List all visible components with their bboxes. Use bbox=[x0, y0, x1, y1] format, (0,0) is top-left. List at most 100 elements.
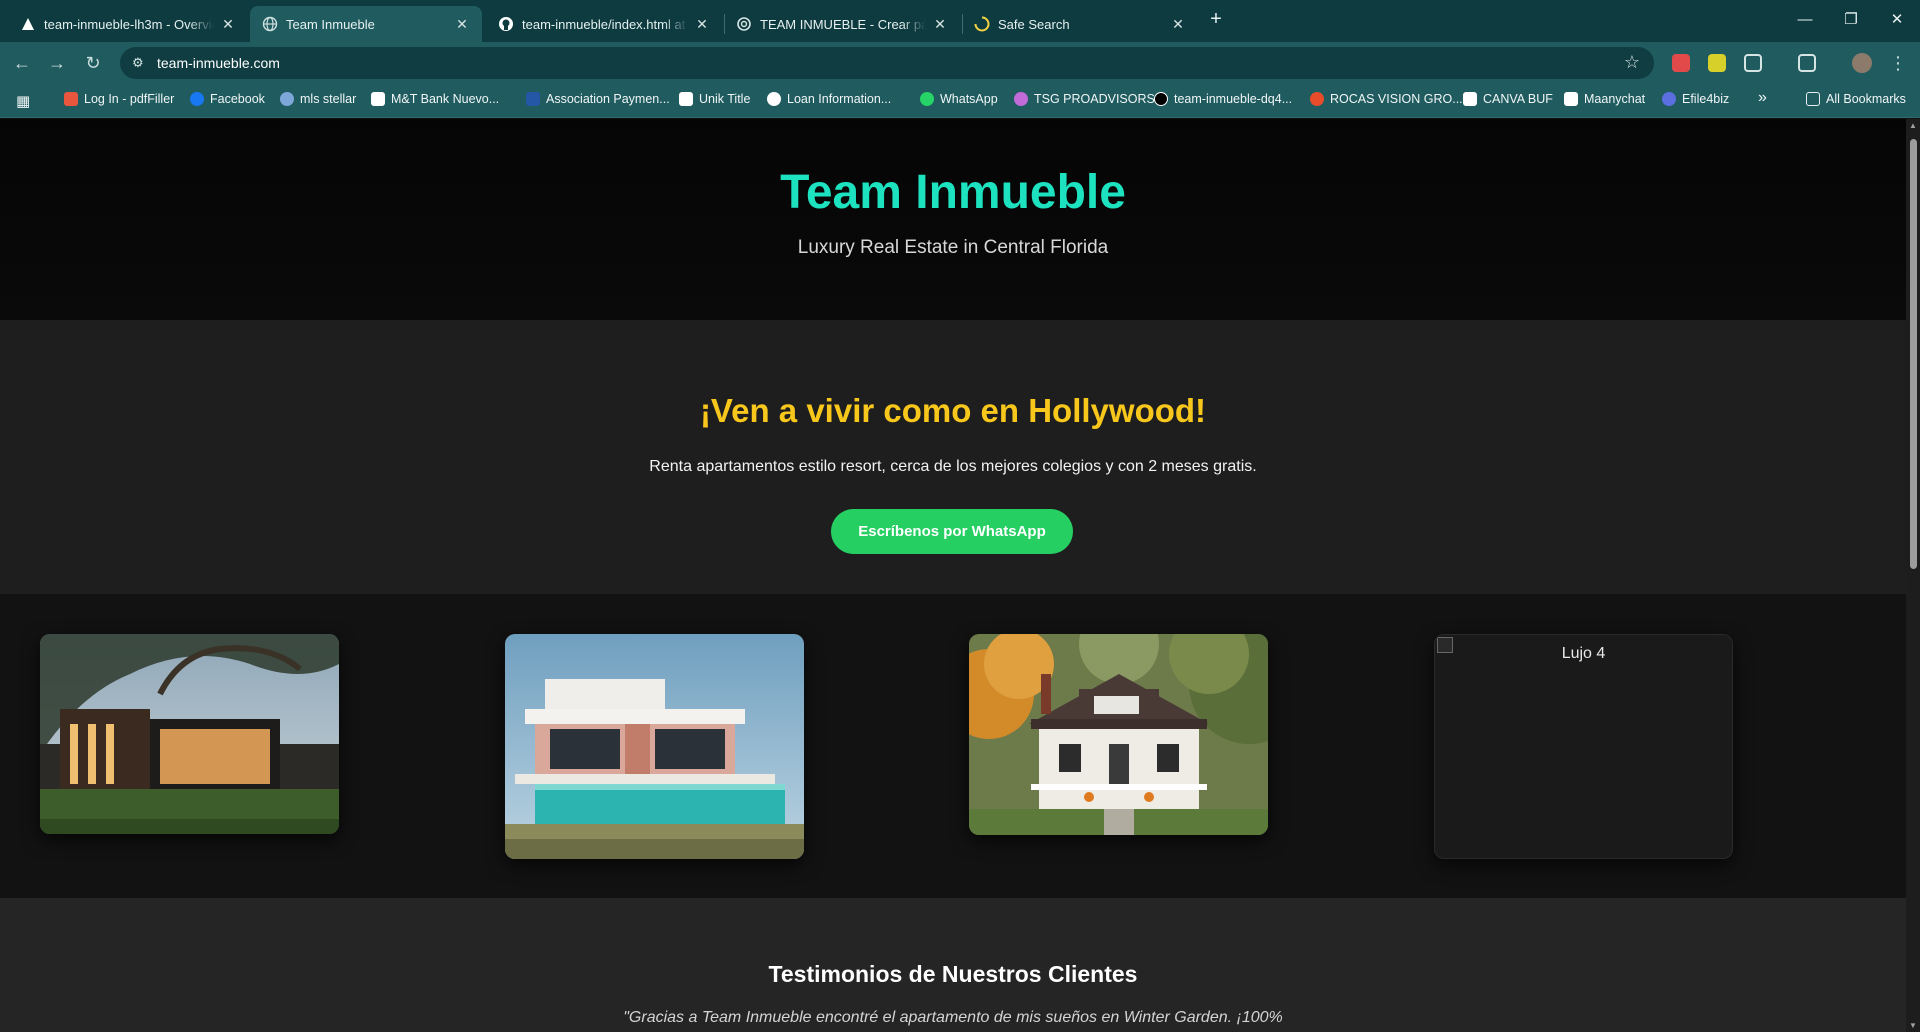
bookmark-maanychat[interactable]: Maanychat bbox=[1564, 92, 1645, 106]
tab-title: Safe Search bbox=[998, 16, 1070, 32]
bookmark-star-icon[interactable]: ☆ bbox=[1624, 52, 1640, 73]
all-bookmarks-button[interactable]: All Bookmarks bbox=[1806, 92, 1906, 106]
minimize-icon[interactable]: — bbox=[1782, 0, 1828, 40]
bookmark-label: Unik Title bbox=[699, 92, 751, 106]
browser-toolbar: ← → ↻ ⚙ team-inmueble.com ☆ ⋮ bbox=[0, 42, 1920, 84]
property-gallery: Lujo 4 bbox=[0, 594, 1906, 898]
bookmark-whatsapp[interactable]: WhatsApp bbox=[920, 92, 998, 106]
whatsapp-icon bbox=[920, 92, 934, 106]
bookmark-facebook[interactable]: Facebook bbox=[190, 92, 265, 106]
mt-bank-icon bbox=[371, 92, 385, 106]
pocket-extension-icon[interactable] bbox=[1672, 54, 1690, 72]
close-tab-icon[interactable]: ✕ bbox=[694, 16, 710, 33]
efile4biz-icon bbox=[1662, 92, 1676, 106]
reload-icon[interactable]: ↻ bbox=[81, 51, 105, 75]
puzzle-extensions-icon[interactable] bbox=[1744, 54, 1762, 72]
bookmark-label: WhatsApp bbox=[940, 92, 998, 106]
pdffiller-icon bbox=[64, 92, 78, 106]
association-icon bbox=[526, 92, 540, 106]
profile-avatar[interactable] bbox=[1852, 53, 1872, 73]
bookmark-unik-title[interactable]: Unik Title bbox=[679, 92, 750, 106]
facebook-icon bbox=[190, 92, 204, 106]
whatsapp-contact-button[interactable]: Escríbenos por WhatsApp bbox=[831, 509, 1073, 554]
bookmark-label: Maanychat bbox=[1584, 92, 1646, 106]
gallery-image-modern-house[interactable] bbox=[40, 634, 339, 834]
tab-chatgpt[interactable]: TEAM INMUEBLE - Crear página ✕ bbox=[724, 6, 960, 42]
site-title: Team Inmueble bbox=[780, 166, 1126, 219]
bookmark-label: team-inmueble-dq4... bbox=[1174, 92, 1293, 106]
bookmark-team-inmueble-vercel[interactable]: team-inmueble-dq4... bbox=[1154, 92, 1292, 106]
bookmark-tsg-proadvisors[interactable]: TSG PROADVISORS bbox=[1014, 92, 1155, 106]
bookmark-label: Association Paymen... bbox=[546, 92, 670, 106]
vercel-icon bbox=[1154, 92, 1168, 106]
tab-title: team-inmueble/index.html at m bbox=[522, 16, 688, 32]
restore-icon[interactable]: ❐ bbox=[1828, 0, 1874, 40]
forward-icon[interactable]: → bbox=[45, 51, 69, 75]
bookmark-label: Facebook bbox=[210, 92, 265, 106]
rocas-vision-icon bbox=[1310, 92, 1324, 106]
tsg-icon bbox=[1014, 92, 1028, 106]
testimonials-section: Testimonios de Nuestros Clientes "Gracia… bbox=[0, 898, 1906, 1032]
close-tab-icon[interactable]: ✕ bbox=[220, 16, 236, 33]
bookmark-label: Loan Information... bbox=[787, 92, 892, 106]
site-info-icon[interactable]: ⚙ bbox=[132, 55, 148, 71]
close-window-icon[interactable]: ✕ bbox=[1874, 0, 1920, 40]
broken-image-alt-text: Lujo 4 bbox=[1561, 645, 1606, 662]
scroll-up-icon[interactable]: ▲ bbox=[1908, 121, 1918, 130]
bookmark-label: ROCAS VISION GRO... bbox=[1330, 92, 1463, 106]
address-bar[interactable]: ⚙ team-inmueble.com ☆ bbox=[120, 47, 1654, 79]
gallery-image-cottage[interactable] bbox=[969, 634, 1268, 835]
web-page: Team Inmueble Luxury Real Estate in Cent… bbox=[0, 119, 1906, 1032]
vercel-icon bbox=[20, 16, 36, 32]
new-tab-button[interactable]: + bbox=[1204, 8, 1228, 32]
gallery-image-broken[interactable]: Lujo 4 bbox=[1434, 634, 1733, 859]
close-tab-icon[interactable]: ✕ bbox=[1170, 16, 1186, 33]
bookmark-pdffiller[interactable]: Log In - pdfFiller bbox=[64, 92, 174, 106]
close-tab-icon[interactable]: ✕ bbox=[454, 16, 470, 33]
close-tab-icon[interactable]: ✕ bbox=[932, 16, 948, 33]
tab-title: team-inmueble-lh3m - Overview bbox=[44, 16, 214, 32]
testimonials-heading: Testimonios de Nuestros Clientes bbox=[768, 961, 1138, 987]
github-icon bbox=[498, 16, 514, 32]
hero-header: Team Inmueble Luxury Real Estate in Cent… bbox=[0, 119, 1906, 320]
globe-icon bbox=[767, 92, 781, 106]
url-text: team-inmueble.com bbox=[157, 55, 280, 71]
bookmark-loan-information[interactable]: Loan Information... bbox=[767, 92, 891, 106]
page-scrollbar[interactable]: ▲ ▼ bbox=[1906, 119, 1920, 1032]
bookmark-label: mls stellar bbox=[300, 92, 357, 106]
testimonial-quote: "Gracias a Team Inmueble encontré el apa… bbox=[623, 1009, 1283, 1026]
scrollbar-thumb[interactable] bbox=[1910, 139, 1917, 569]
back-icon[interactable]: ← bbox=[10, 51, 34, 75]
bookmark-rocas-vision[interactable]: ROCAS VISION GRO... bbox=[1310, 92, 1463, 106]
tab-search-icon[interactable] bbox=[1798, 54, 1816, 72]
tab-team-inmueble[interactable]: Team Inmueble ✕ bbox=[250, 6, 482, 42]
tab-github-index[interactable]: team-inmueble/index.html at m ✕ bbox=[486, 6, 722, 42]
bookmark-label: TSG PROADVISORS bbox=[1034, 92, 1155, 106]
bookmark-label: Log In - pdfFiller bbox=[84, 92, 175, 106]
manychat-icon bbox=[1564, 92, 1578, 106]
gallery-image-villa-pool[interactable] bbox=[505, 634, 804, 859]
bookmark-association-payments[interactable]: Association Paymen... bbox=[526, 92, 670, 106]
browser-tab-strip: team-inmueble-lh3m - Overview ✕ Team Inm… bbox=[0, 0, 1920, 42]
bookmark-mls-stellar[interactable]: mls stellar bbox=[280, 92, 356, 106]
bookmarks-bar: ▦ Log In - pdfFiller Facebook mls stella… bbox=[0, 84, 1920, 118]
scroll-down-icon[interactable]: ▼ bbox=[1908, 1021, 1918, 1030]
folder-icon bbox=[1806, 92, 1820, 106]
apps-grid-icon[interactable]: ▦ bbox=[16, 92, 30, 110]
bookmark-label: Efile4biz bbox=[1682, 92, 1730, 106]
tab-safe-search[interactable]: Safe Search ✕ bbox=[962, 6, 1198, 42]
unik-title-icon bbox=[679, 92, 693, 106]
extension-icon[interactable] bbox=[1708, 54, 1726, 72]
menu-dots-icon[interactable]: ⋮ bbox=[1886, 51, 1910, 75]
loading-icon bbox=[974, 16, 990, 32]
bookmark-mt-bank[interactable]: M&T Bank Nuevo... bbox=[371, 92, 499, 106]
bookmarks-overflow-button[interactable]: » bbox=[1758, 89, 1767, 107]
tab-vercel-overview[interactable]: team-inmueble-lh3m - Overview ✕ bbox=[8, 6, 248, 42]
tab-title: TEAM INMUEBLE - Crear página bbox=[760, 16, 926, 32]
bookmark-canva-buf[interactable]: CANVA BUF bbox=[1463, 92, 1553, 106]
openai-icon bbox=[736, 16, 752, 32]
globe-icon bbox=[262, 16, 278, 32]
bookmark-efile4biz[interactable]: Efile4biz bbox=[1662, 92, 1729, 106]
canva-icon bbox=[1463, 92, 1477, 106]
promo-text: Renta apartamentos estilo resort, cerca … bbox=[649, 458, 1257, 475]
